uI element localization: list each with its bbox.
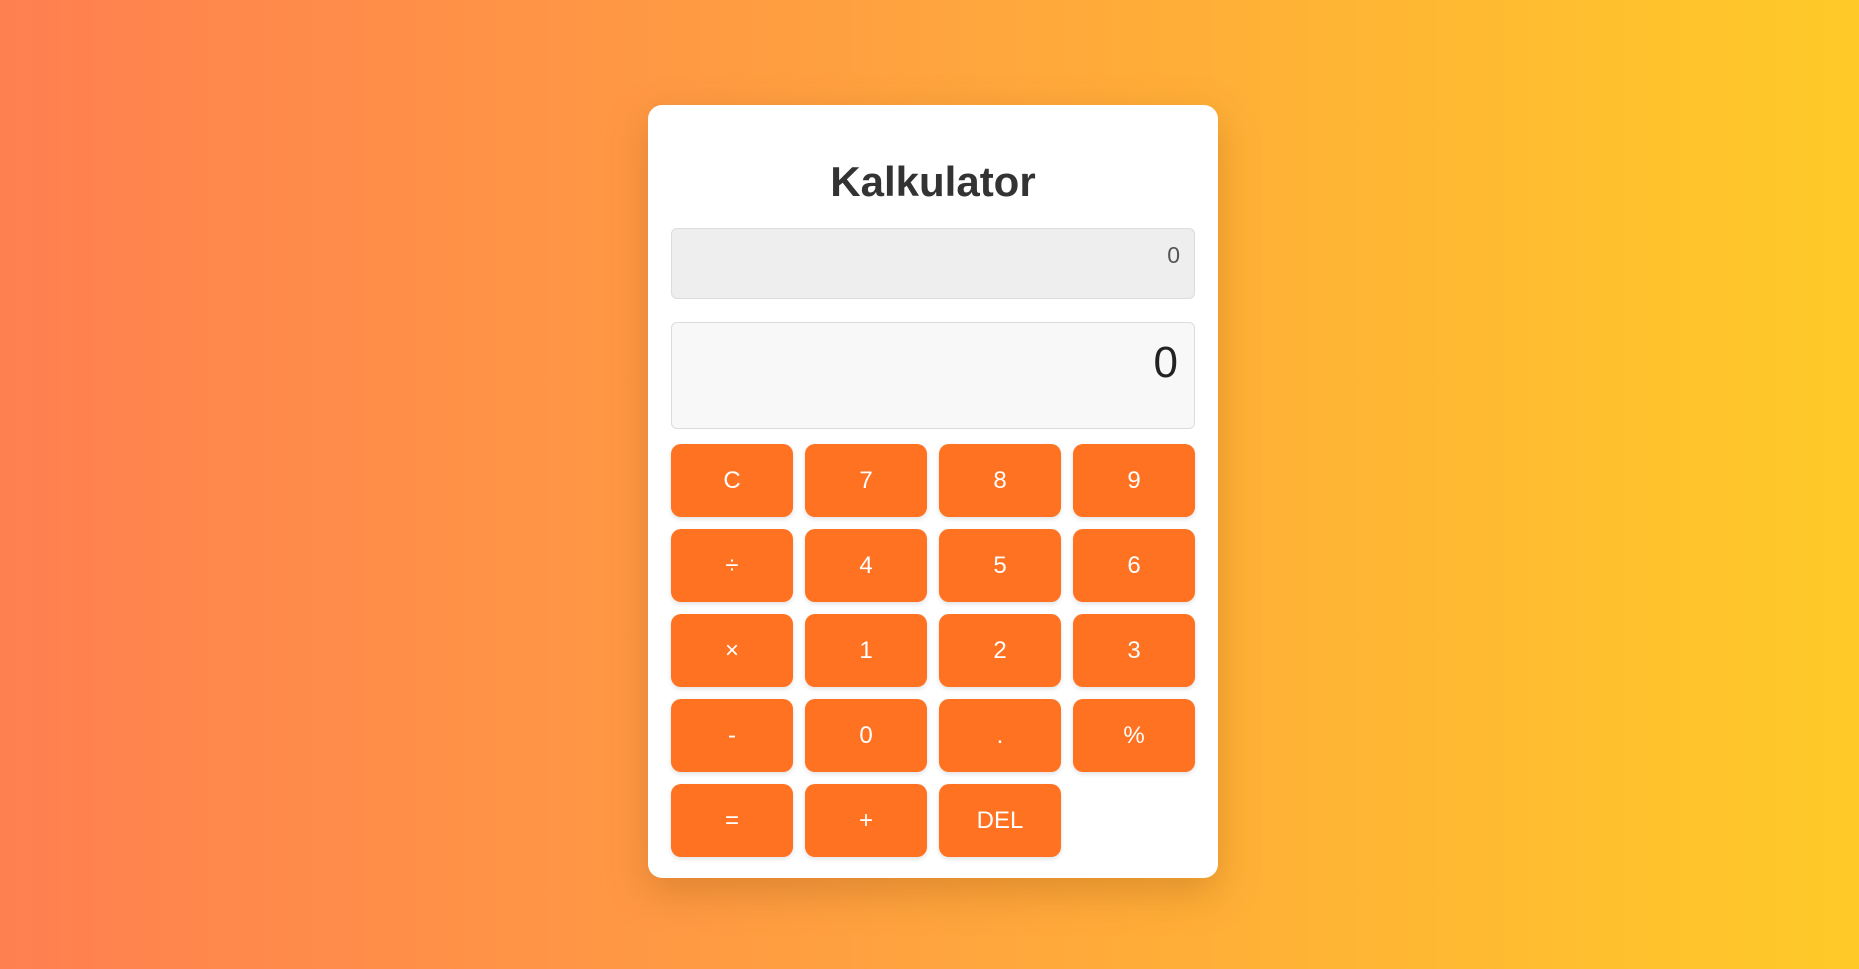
delete-button[interactable]: DEL [939,784,1061,857]
digit-6-button[interactable]: 6 [1073,529,1195,602]
digit-0-button[interactable]: 0 [805,699,927,772]
digit-8-button[interactable]: 8 [939,444,1061,517]
decimal-button[interactable]: . [939,699,1061,772]
calculator-panel: Kalkulator 0 0 C 7 8 9 ÷ 4 5 6 × 1 2 3 -… [648,105,1218,878]
clear-button[interactable]: C [671,444,793,517]
digit-3-button[interactable]: 3 [1073,614,1195,687]
digit-5-button[interactable]: 5 [939,529,1061,602]
equals-button[interactable]: = [671,784,793,857]
main-display: 0 [671,322,1195,429]
add-button[interactable]: + [805,784,927,857]
keypad: C 7 8 9 ÷ 4 5 6 × 1 2 3 - 0 . % = + DEL [671,444,1195,857]
digit-7-button[interactable]: 7 [805,444,927,517]
multiply-button[interactable]: × [671,614,793,687]
percent-button[interactable]: % [1073,699,1195,772]
digit-4-button[interactable]: 4 [805,529,927,602]
digit-9-button[interactable]: 9 [1073,444,1195,517]
history-display: 0 [671,228,1195,299]
divide-button[interactable]: ÷ [671,529,793,602]
subtract-button[interactable]: - [671,699,793,772]
page-title: Kalkulator [830,158,1036,205]
digit-1-button[interactable]: 1 [805,614,927,687]
digit-2-button[interactable]: 2 [939,614,1061,687]
